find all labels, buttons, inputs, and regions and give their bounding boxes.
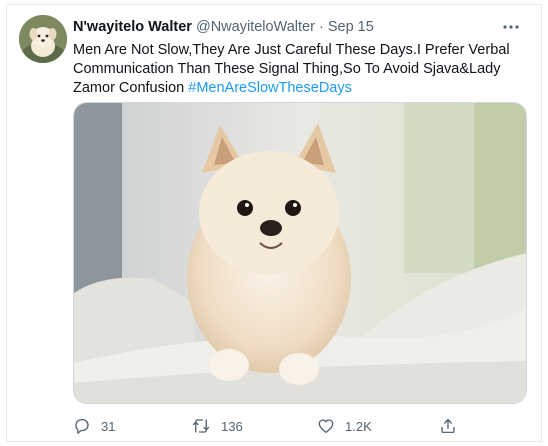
- tweet-date[interactable]: Sep 15: [328, 19, 374, 35]
- separator-dot: ·: [318, 19, 324, 35]
- avatar[interactable]: [19, 15, 67, 63]
- tweet-actions: 31 136 1.2K: [73, 415, 513, 437]
- tweet-card[interactable]: N'wayitelo Walter @NwayiteloWalter · Sep…: [6, 4, 542, 442]
- tweet-text: Men Are Not Slow,They Are Just Careful T…: [73, 41, 533, 98]
- retweet-count: 136: [221, 418, 243, 434]
- display-name[interactable]: N'wayitelo Walter: [73, 19, 192, 35]
- share-icon: [439, 417, 457, 435]
- more-icon[interactable]: [499, 17, 523, 37]
- heart-icon: [317, 417, 335, 435]
- share-button[interactable]: [439, 415, 457, 437]
- retweet-button[interactable]: 136: [191, 415, 243, 437]
- retweet-icon: [191, 417, 211, 435]
- reply-button[interactable]: 31: [73, 415, 115, 437]
- like-count: 1.2K: [345, 418, 372, 434]
- reply-count: 31: [101, 418, 116, 434]
- tweet-media-image[interactable]: [73, 102, 527, 404]
- like-button[interactable]: 1.2K: [317, 415, 372, 437]
- hashtag-link[interactable]: #MenAreSlowTheseDays: [188, 80, 352, 96]
- reply-icon: [73, 417, 91, 435]
- tweet-header: N'wayitelo Walter @NwayiteloWalter · Sep…: [73, 17, 527, 37]
- user-handle[interactable]: @NwayiteloWalter: [196, 19, 315, 35]
